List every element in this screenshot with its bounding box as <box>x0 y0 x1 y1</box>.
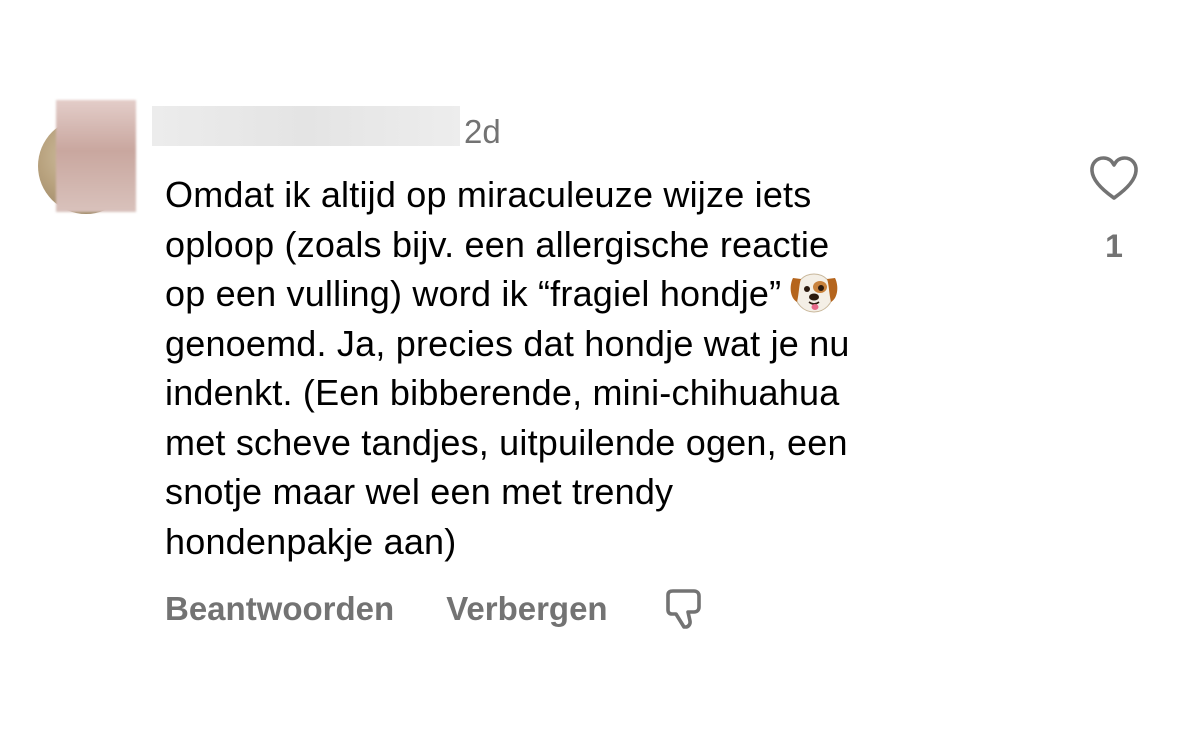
like-count: 1 <box>1105 228 1123 264</box>
comment-text-line: oploop (zoals bijv. een allergische reac… <box>165 223 830 265</box>
hide-button[interactable]: Verbergen <box>446 590 607 628</box>
comment-item: 2d Omdat ik altijd op miraculeuze wijze … <box>0 0 1200 753</box>
comment-text-line: indenkt. (Een bibberende, mini-chihuahua <box>165 372 840 413</box>
like-column: 1 <box>1086 154 1142 266</box>
comment-text-line: met scheve tandjes, uitpuilende ogen, ee… <box>165 421 848 463</box>
reply-button[interactable]: Beantwoorden <box>165 590 394 628</box>
comment-text-line: hondenpakje aan) <box>165 520 457 562</box>
comment-text: Omdat ik altijd op miraculeuze wijze iet… <box>165 170 1035 566</box>
comment-text-line: Omdat ik altijd op miraculeuze wijze iet… <box>165 174 812 215</box>
thumbs-down-icon[interactable] <box>660 585 708 633</box>
comment-actions: Beantwoorden Verbergen <box>165 585 708 633</box>
avatar-redaction <box>56 100 136 212</box>
comment-text-line: op een vulling) word ik “fragiel hondje” <box>165 273 782 314</box>
comment-text-line: snotje maar wel een met trendy <box>165 471 674 512</box>
comment-text-line: genoemd. Ja, precies dat hondje wat je n… <box>165 322 850 364</box>
comment-screen: 2d Omdat ik altijd op miraculeuze wijze … <box>0 0 1200 753</box>
heart-icon[interactable] <box>1088 154 1140 202</box>
username-redaction <box>152 106 460 146</box>
comment-text-line-with-emoji: op een vulling) word ik “fragiel hondje” <box>165 269 1035 319</box>
dog-face-icon <box>790 273 838 313</box>
comment-timestamp: 2d <box>464 113 501 150</box>
